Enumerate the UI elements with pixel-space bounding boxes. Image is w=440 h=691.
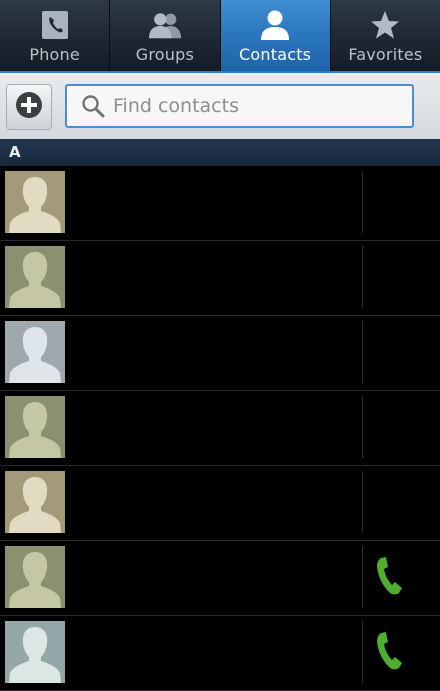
contact-row-6[interactable] [0,541,440,616]
avatar [5,621,65,683]
contact-row-1[interactable] [0,166,440,241]
avatar [5,321,65,383]
avatar [5,396,65,458]
section-header: A [0,139,440,166]
contact-row-2[interactable] [0,241,440,316]
row-divider [362,621,363,683]
search-input[interactable] [111,94,395,118]
contact-row-3[interactable] [0,316,440,391]
add-contact-button[interactable] [6,84,52,130]
star-icon [368,9,402,41]
row-divider [362,246,363,308]
call-button[interactable] [370,628,408,678]
row-divider [362,321,363,383]
avatar [5,246,65,308]
magnifier-icon [81,94,105,118]
tab-phone[interactable]: Phone [0,0,111,71]
call-icon [374,631,404,675]
person-icon [258,9,292,41]
tab-bar: Phone Groups Contacts Favorites [0,0,440,71]
row-divider [362,396,363,458]
avatar [5,171,65,233]
row-divider [362,471,363,533]
tab-contacts[interactable]: Contacts [220,0,331,71]
search-bar [0,71,440,139]
avatar [5,471,65,533]
plus-circle-icon [15,91,43,123]
tab-label: Groups [135,45,194,64]
tab-favorites[interactable]: Favorites [330,0,440,71]
tab-groups[interactable]: Groups [110,0,221,71]
call-button[interactable] [370,553,408,603]
call-icon [374,556,404,600]
phone-icon [38,9,72,41]
contact-list[interactable] [0,166,440,691]
contact-row-4[interactable] [0,391,440,466]
contact-row-7[interactable] [0,616,440,691]
contact-row-5[interactable] [0,466,440,541]
tab-label: Phone [29,45,80,64]
search-field[interactable] [65,84,414,128]
groups-icon [148,9,182,41]
tab-label: Favorites [348,45,423,64]
avatar [5,546,65,608]
row-divider [362,546,363,608]
tab-label: Contacts [239,45,312,64]
row-divider [362,171,363,233]
